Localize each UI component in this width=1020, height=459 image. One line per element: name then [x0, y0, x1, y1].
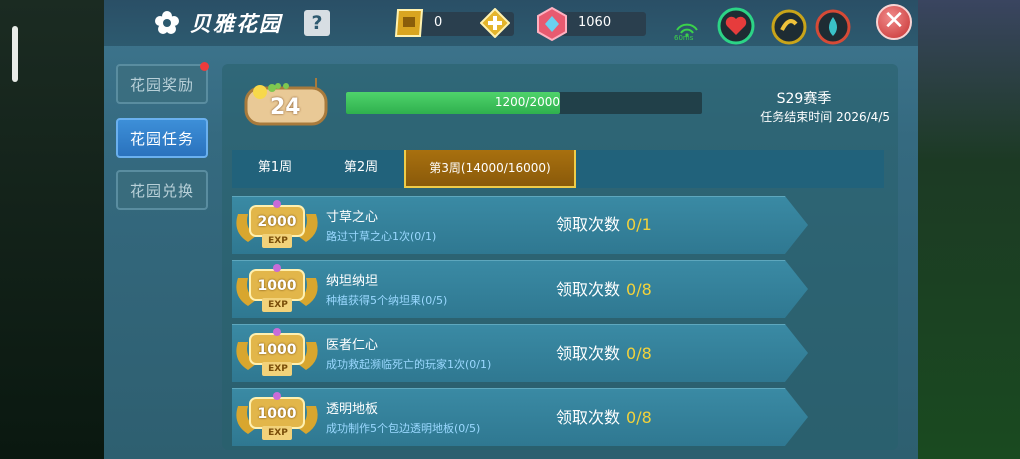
task-exp-tag: EXP [268, 300, 288, 310]
ticket-value: 0 [434, 15, 443, 30]
task-name: 透明地板 [326, 402, 379, 417]
claim-count: 0/1 [626, 215, 652, 234]
add-currency-button[interactable] [480, 8, 510, 38]
task-description: 路过寸草之心1次(0/1) [326, 230, 437, 243]
claim-count: 0/8 [626, 344, 652, 363]
nav-garden-tasks[interactable]: 花园任务 [116, 118, 208, 158]
claim-label: 领取次数 [556, 215, 621, 234]
claim-count: 0/8 [626, 280, 652, 299]
task-exp-value: 2000 [257, 214, 297, 230]
ticket-icon [394, 9, 424, 37]
flower-icon [155, 11, 179, 34]
claim-count: 0/8 [626, 408, 652, 427]
task-exp-value: 1000 [257, 342, 297, 358]
nav-garden-rewards[interactable]: 花园奖励 [116, 64, 208, 104]
task-exp-value: 1000 [257, 278, 297, 294]
scene-right-edge [916, 0, 1020, 459]
task-claim-info: 领取次数 0/1 [556, 211, 652, 235]
task-exp-tag: EXP [268, 236, 288, 246]
garden-window: 贝雅花园 ? 0 1060 60ms ✕ 花园奖励 花园任务 花园兑换 24 1… [104, 0, 918, 459]
task-name: 纳坦纳坦 [326, 274, 379, 289]
water-drop-icon[interactable] [814, 8, 852, 46]
task-exp-value: 1000 [257, 406, 297, 422]
task-description: 成功救起濒临死亡的玩家1次(0/1) [326, 358, 492, 371]
task-description: 种植获得5个纳坦果(0/5) [326, 294, 448, 307]
garden-level: 24 [270, 95, 301, 120]
hunger-icon[interactable] [770, 8, 808, 46]
tab-week-2[interactable]: 第2周 [318, 150, 404, 188]
claim-label: 领取次数 [556, 344, 621, 363]
claim-label: 领取次数 [556, 280, 621, 299]
nav-garden-exchange[interactable]: 花园兑换 [116, 170, 208, 210]
tab-week-1[interactable]: 第1周 [232, 150, 318, 188]
task-exp-tag: EXP [268, 364, 288, 374]
scroll-handle[interactable] [12, 26, 18, 82]
season-label: S29赛季 [776, 91, 832, 107]
task-deadline: 任务结束时间 2026/4/5 [760, 110, 890, 124]
task-name: 医者仁心 [326, 338, 379, 353]
notification-dot [200, 62, 209, 71]
gem-value: 1060 [578, 15, 612, 30]
tab-week-3[interactable]: 第3周(14000/16000) [404, 150, 576, 188]
gem-icon [537, 6, 567, 42]
task-name: 寸草之心 [326, 210, 379, 225]
close-button[interactable]: ✕ [876, 4, 912, 40]
level-progress-text: 1200/2000 [494, 95, 560, 109]
claim-label: 领取次数 [556, 408, 621, 427]
task-claim-info: 领取次数 0/8 [556, 340, 652, 364]
health-heart-icon[interactable] [716, 6, 756, 46]
level-progress-bar: 1200/2000 [346, 92, 702, 114]
window-title: 贝雅花园 [190, 12, 282, 36]
task-claim-info: 领取次数 0/8 [556, 404, 652, 428]
task-exp-tag: EXP [268, 428, 288, 438]
help-button[interactable]: ? [304, 10, 330, 36]
task-claim-info: 领取次数 0/8 [556, 276, 652, 300]
gem-counter: 1060 [537, 6, 646, 42]
ping-label: 60ms [674, 34, 694, 42]
title-bar: 贝雅花园 ? 0 1060 60ms ✕ [104, 0, 918, 46]
task-description: 成功制作5个包边透明地板(0/5) [326, 422, 481, 435]
